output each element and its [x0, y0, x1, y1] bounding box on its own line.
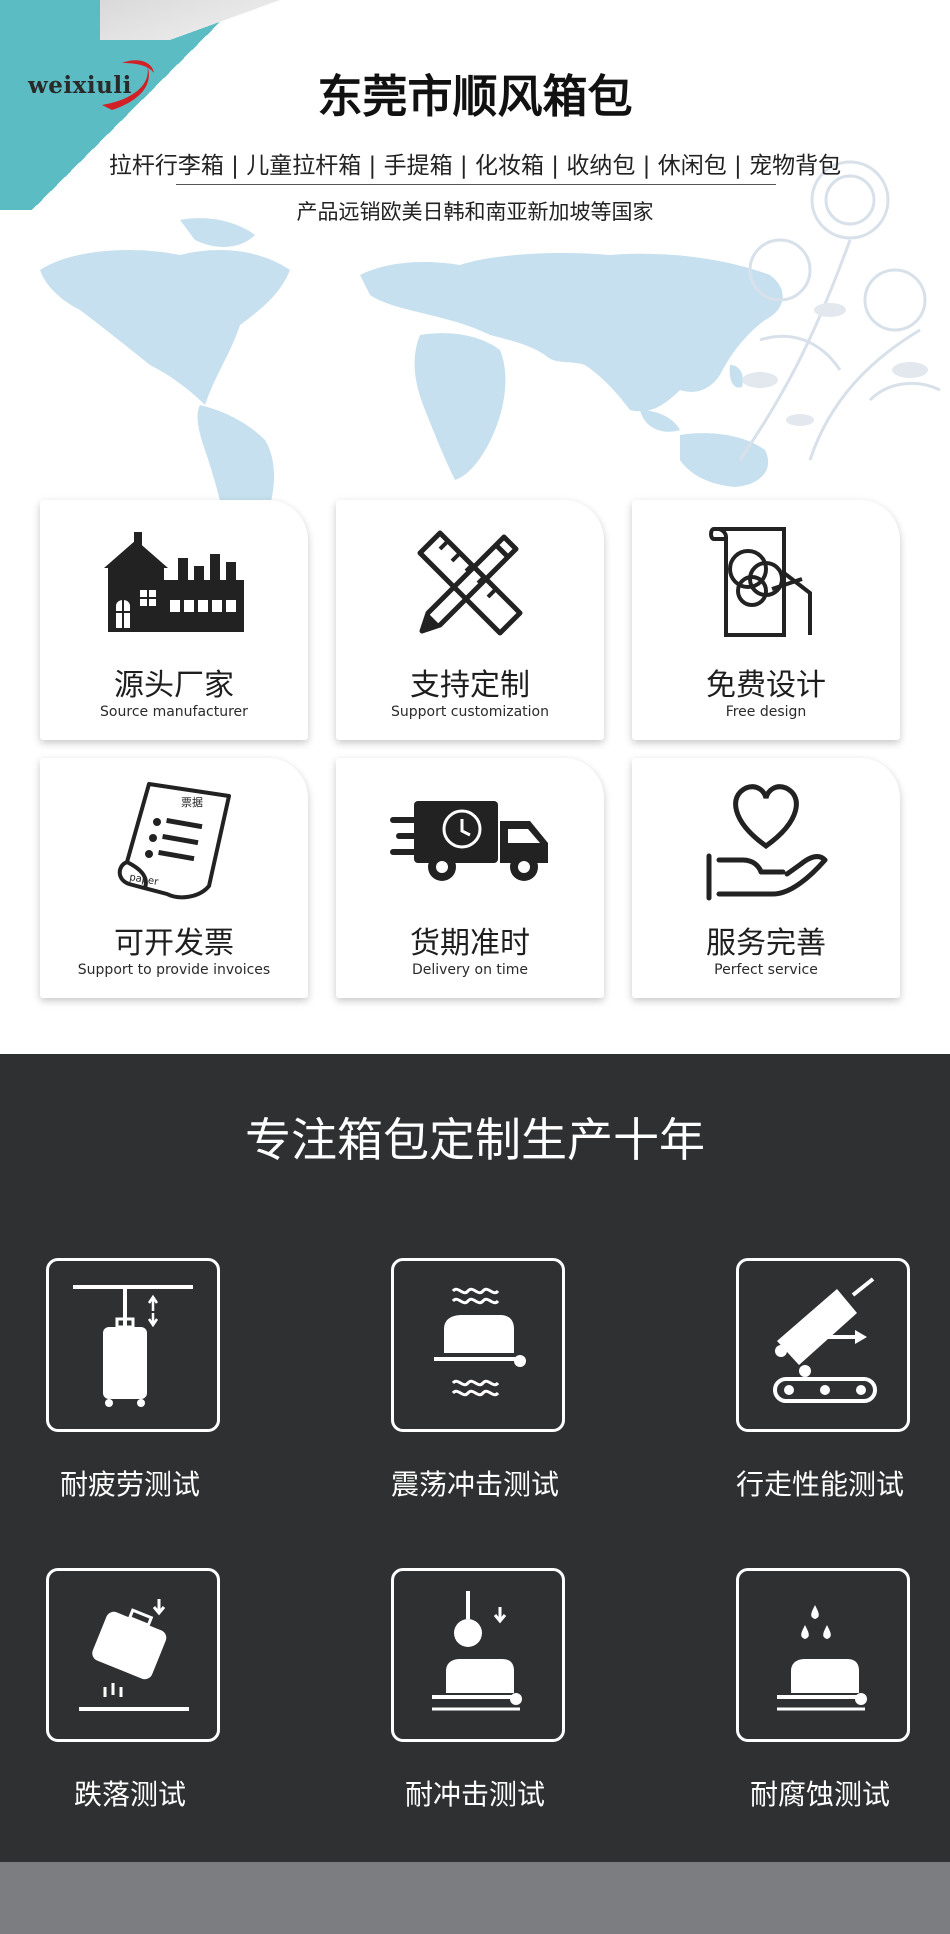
fatigue-test-icon — [73, 1285, 193, 1407]
walking-test-icon — [773, 1277, 877, 1403]
company-title: 东莞市顺风箱包 — [317, 70, 633, 123]
page: weixiuli 东莞市顺风箱包 拉杆行李箱 | 儿童拉杆箱 | 手提箱 | 化… — [0, 0, 950, 1934]
test-item-fatigue: 耐疲劳测试 — [0, 1258, 260, 1518]
corrosion-test-icon — [777, 1605, 867, 1711]
test-label: 耐腐蚀测试 — [749, 1778, 890, 1811]
feature-title: 货期准时 — [410, 926, 530, 961]
test-label: 耐冲击测试 — [404, 1778, 545, 1811]
feature-card-customization: 支持定制 Support customization — [336, 500, 604, 740]
testing-section: 专注箱包定制生产十年 耐疲劳测试 震荡冲击测试 行走性能测试 跌落测试 耐冲击测… — [0, 1054, 950, 1862]
feature-title: 服务完善 — [706, 926, 826, 961]
invoice-paper-icon: 票据 paper — [117, 782, 231, 900]
drop-test-icon — [79, 1599, 189, 1711]
feature-subtitle: Delivery on time — [411, 962, 529, 978]
pencil-ruler-icon — [417, 530, 523, 636]
test-item-vibration: 震荡冲击测试 — [345, 1258, 605, 1518]
feature-title: 源头厂家 — [114, 668, 234, 703]
feature-card-invoices: 票据 paper 可开发票 Support to provide invoice… — [40, 758, 308, 998]
test-label: 耐疲劳测试 — [59, 1468, 200, 1501]
feature-subtitle: Free design — [725, 704, 807, 720]
drawing-board-icon — [709, 527, 812, 637]
corner-decoration-grey — [100, 0, 290, 40]
delivery-truck-icon — [390, 801, 548, 881]
feature-title: 支持定制 — [410, 668, 530, 703]
feature-title: 可开发票 — [114, 926, 234, 961]
factory-icon — [104, 532, 244, 632]
footer-bar — [0, 1862, 950, 1934]
feature-subtitle: Perfect service — [714, 962, 818, 978]
test-item-corrosion: 耐腐蚀测试 — [690, 1568, 950, 1828]
feature-subtitle: Source manufacturer — [100, 704, 248, 720]
feature-card-source-manufacturer: 源头厂家 Source manufacturer — [40, 500, 308, 740]
intro-section: weixiuli 东莞市顺风箱包 拉杆行李箱 | 儿童拉杆箱 | 手提箱 | 化… — [0, 0, 950, 1054]
impact-test-icon — [432, 1591, 522, 1711]
test-label: 行走性能测试 — [735, 1468, 904, 1501]
test-item-drop: 跌落测试 — [0, 1568, 260, 1828]
feature-card-service: 服务完善 Perfect service — [632, 758, 900, 998]
divider — [176, 184, 776, 185]
feature-subtitle: Support customization — [391, 704, 549, 720]
floral-decoration — [738, 160, 941, 461]
product-categories: 拉杆行李箱 | 儿童拉杆箱 | 手提箱 | 化妆箱 | 收纳包 | 休闲包 | … — [108, 153, 842, 179]
invoice-paper-label: 票据 — [181, 795, 203, 809]
test-item-impact: 耐冲击测试 — [345, 1568, 605, 1828]
export-note: 产品远销欧美日韩和南亚新加坡等国家 — [296, 200, 654, 224]
feature-card-delivery: 货期准时 Delivery on time — [336, 758, 604, 998]
test-item-walking: 行走性能测试 — [690, 1258, 950, 1518]
vibration-test-icon — [434, 1287, 526, 1397]
feature-title: 免费设计 — [706, 668, 826, 703]
feature-card-free-design: 免费设计 Free design — [632, 500, 900, 740]
heart-hand-icon — [706, 784, 828, 901]
test-label: 震荡冲击测试 — [390, 1468, 559, 1501]
testing-title: 专注箱包定制生产十年 — [245, 1113, 705, 1167]
test-label: 跌落测试 — [73, 1778, 186, 1811]
feature-subtitle: Support to provide invoices — [77, 962, 271, 978]
